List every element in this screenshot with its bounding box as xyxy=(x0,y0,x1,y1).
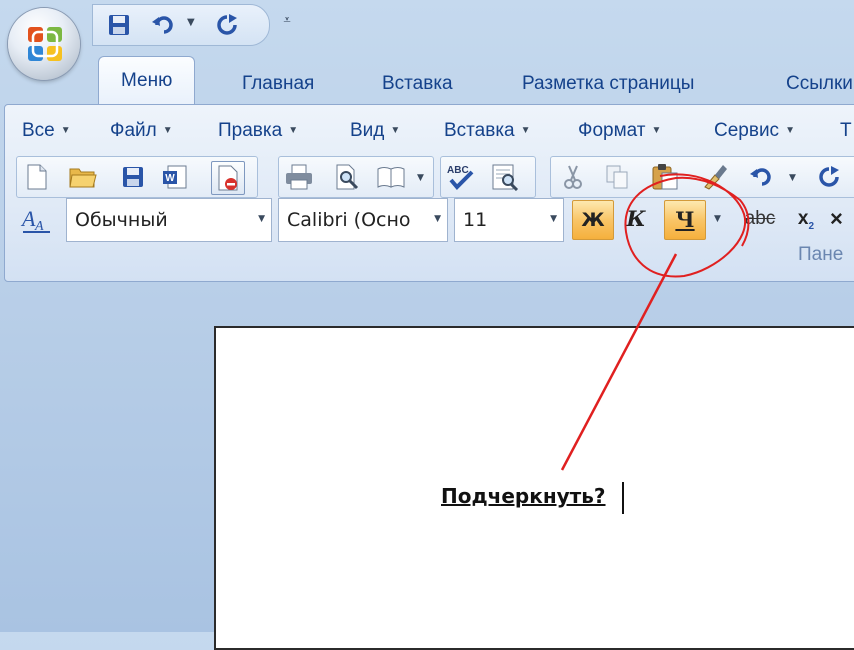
menu-edit-label: Правка xyxy=(218,120,283,142)
tab-menu[interactable]: Меню xyxy=(98,56,196,105)
document-text[interactable]: Подчеркнуть? xyxy=(441,484,606,508)
italic-button[interactable]: К xyxy=(616,200,656,238)
chevron-down-icon: ▼ xyxy=(390,125,401,136)
chevron-down-icon: ▼ xyxy=(785,125,795,136)
classic-menu-bar: Все ▼ Файл ▼ Правка ▼ Вид ▼ Вставка ▼ Формат ▼… xyxy=(14,112,854,150)
redo-icon[interactable] xyxy=(213,11,241,39)
font-combo[interactable]: Calibri (Осно ▼ xyxy=(278,198,448,242)
undo-dropdown-icon[interactable]: ▼ xyxy=(187,17,195,28)
underline-button[interactable]: Ч xyxy=(664,200,706,240)
ribbon-tabs: Меню Главная Вставка Разметка страницы С… xyxy=(0,56,854,106)
menu-view[interactable]: Вид ▼ xyxy=(350,118,400,144)
copy-icon[interactable] xyxy=(601,161,633,193)
underline-dropdown-icon[interactable]: ▼ xyxy=(714,214,721,224)
redo-icon[interactable] xyxy=(813,161,845,193)
tab-home[interactable]: Главная xyxy=(242,66,314,102)
tab-page-layout[interactable]: Разметка страницы xyxy=(522,66,694,102)
research-icon[interactable] xyxy=(489,161,521,193)
chevron-down-icon[interactable]: ▼ xyxy=(417,173,424,183)
menu-file[interactable]: Файл ▼ xyxy=(110,118,173,144)
menu-tools[interactable]: Сервис ▼ xyxy=(714,118,795,144)
font-combo-value: Calibri (Осно xyxy=(287,209,411,231)
tab-insert[interactable]: Вставка xyxy=(382,66,453,102)
paste-icon[interactable] xyxy=(649,161,681,193)
quick-access-toolbar: ▼ xyxy=(92,4,270,46)
menu-format[interactable]: Формат ▼ xyxy=(578,118,661,144)
chevron-down-icon: ▼ xyxy=(520,125,531,136)
svg-text:A: A xyxy=(20,206,36,231)
permission-icon[interactable] xyxy=(211,161,245,195)
style-combo-value: Обычный xyxy=(75,209,168,231)
style-combo[interactable]: Обычный ▼ xyxy=(66,198,272,242)
customize-qat-icon[interactable]: ⩡ xyxy=(278,12,296,30)
subscript-index: 2 xyxy=(808,220,815,232)
font-size-value: 11 xyxy=(463,209,488,231)
chevron-down-icon: ▼ xyxy=(651,125,662,136)
menu-table[interactable]: Т xyxy=(840,118,852,144)
toolbar-group-clipboard: ▼ xyxy=(550,156,854,198)
bold-button[interactable]: Ж xyxy=(572,200,614,240)
tab-references[interactable]: Ссылки xyxy=(786,66,853,102)
font-size-combo[interactable]: 11 ▼ xyxy=(454,198,564,242)
svg-text:W: W xyxy=(165,173,175,184)
undo-icon[interactable] xyxy=(745,161,777,193)
cut-icon[interactable] xyxy=(557,161,589,193)
panel-label: Пане xyxy=(798,244,844,265)
save-icon[interactable] xyxy=(105,11,133,39)
chevron-down-icon: ▼ xyxy=(60,125,71,136)
chevron-down-icon: ▼ xyxy=(258,214,265,224)
strikethrough-button[interactable]: abc xyxy=(734,200,786,238)
toolbar-group-file: W xyxy=(16,156,258,198)
chevron-down-icon: ▼ xyxy=(162,125,173,136)
print-icon[interactable] xyxy=(283,161,315,193)
chevron-down-icon: ▼ xyxy=(288,125,299,136)
subscript-button[interactable]: x2 xyxy=(786,200,826,238)
save-icon[interactable] xyxy=(117,161,149,193)
menu-edit[interactable]: Правка ▼ xyxy=(218,118,298,144)
spelling-check-icon[interactable]: ABC xyxy=(445,161,477,193)
menu-insert-label: Вставка xyxy=(444,120,515,142)
chevron-down-icon: ▼ xyxy=(550,214,557,224)
styles-icon[interactable]: AA xyxy=(20,202,54,236)
menu-insert[interactable]: Вставка ▼ xyxy=(444,118,531,144)
subscript-label: x xyxy=(797,208,809,229)
menu-view-label: Вид xyxy=(350,120,385,142)
chevron-down-icon: ▼ xyxy=(434,214,441,224)
menu-file-label: Файл xyxy=(110,120,157,142)
toolbar-group-print: ▼ xyxy=(278,156,434,198)
menu-all[interactable]: Все ▼ xyxy=(22,118,71,144)
save-as-word-icon[interactable]: W xyxy=(159,161,191,193)
menu-tools-label: Сервис xyxy=(714,120,780,142)
toolbar-group-proofing: ABC xyxy=(440,156,536,198)
menu-all-label: Все xyxy=(22,120,55,142)
reading-mode-icon[interactable] xyxy=(375,161,407,193)
new-document-icon[interactable] xyxy=(21,161,53,193)
svg-text:ABC: ABC xyxy=(447,165,469,176)
chevron-down-icon[interactable]: ▼ xyxy=(789,173,796,183)
text-cursor xyxy=(622,482,624,514)
print-preview-icon[interactable] xyxy=(331,161,363,193)
undo-icon[interactable] xyxy=(149,11,177,39)
clear-format-button[interactable]: × xyxy=(830,200,854,238)
format-painter-icon[interactable] xyxy=(699,161,731,193)
open-folder-icon[interactable] xyxy=(67,161,99,193)
menu-format-label: Формат xyxy=(578,120,646,142)
